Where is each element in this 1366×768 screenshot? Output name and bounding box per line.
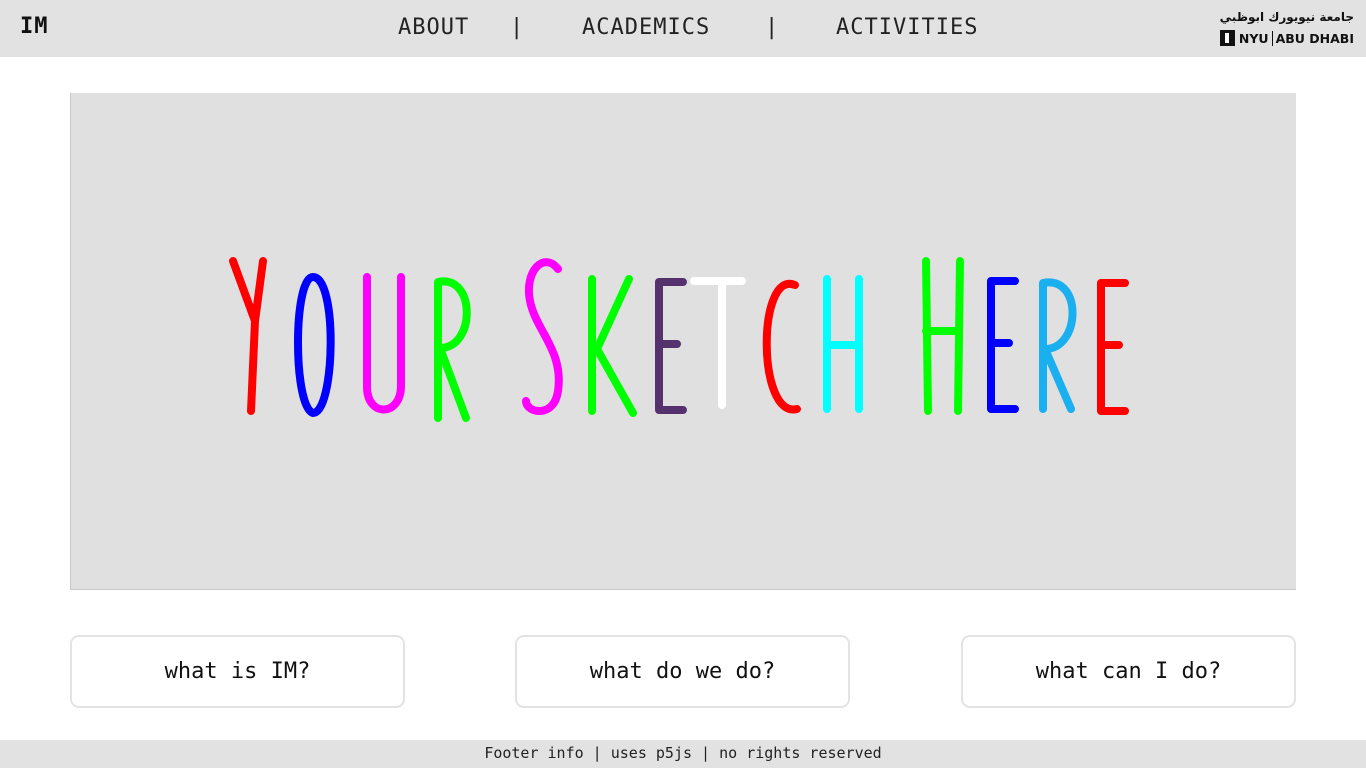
sketch-letter-y [229, 257, 267, 415]
what-do-we-do-button[interactable]: what do we do? [515, 635, 850, 708]
logo-wordmark: NYU ABU DHABI [1219, 29, 1354, 47]
nav-activities[interactable]: ACTIVITIES [836, 15, 978, 40]
brand-logo[interactable]: IM [20, 14, 49, 39]
logo-nyu-text: NYU [1238, 30, 1269, 46]
sketch-letter-o [294, 273, 335, 417]
sketch-letter-e [1097, 279, 1129, 415]
sketch-letter-r [1039, 278, 1077, 413]
footer: Footer info | uses p5js | no rights rese… [0, 740, 1366, 768]
sketch-letter-s [522, 258, 563, 415]
sketch-letter-r [434, 277, 471, 422]
top-nav-bar: IM ABOUT | ACADEMICS | ACTIVITIES جامعة … [0, 0, 1366, 57]
nav-separator: | [765, 15, 779, 40]
sketch-letter-h [922, 257, 964, 415]
logo-divider [1271, 30, 1273, 46]
sketch-letter-e [655, 278, 687, 414]
sketch-letter-e [987, 277, 1019, 413]
sketch-drawing [229, 257, 1129, 422]
sketch-canvas[interactable] [70, 93, 1296, 590]
sketch-letter-h [823, 275, 863, 413]
sketch-letter-k [588, 275, 637, 417]
logo-arabic-text: جامعة نيويورك ابوظبي [1219, 10, 1354, 24]
sketch-letter-u [363, 273, 405, 414]
nav-separator: | [510, 15, 524, 40]
nav-academics[interactable]: ACADEMICS [582, 15, 710, 40]
nav-about[interactable]: ABOUT [398, 15, 469, 40]
nyuad-logo[interactable]: جامعة نيويورك ابوظبي NYU ABU DHABI [1220, 10, 1354, 48]
sketch-letter-c [762, 279, 801, 414]
what-is-im-button[interactable]: what is IM? [70, 635, 405, 708]
sketch-letter-t [690, 277, 746, 409]
what-can-i-do-button[interactable]: what can I do? [961, 635, 1296, 708]
torch-icon [1219, 30, 1235, 46]
logo-abu-dhabi-text: ABU DHABI [1275, 30, 1354, 46]
